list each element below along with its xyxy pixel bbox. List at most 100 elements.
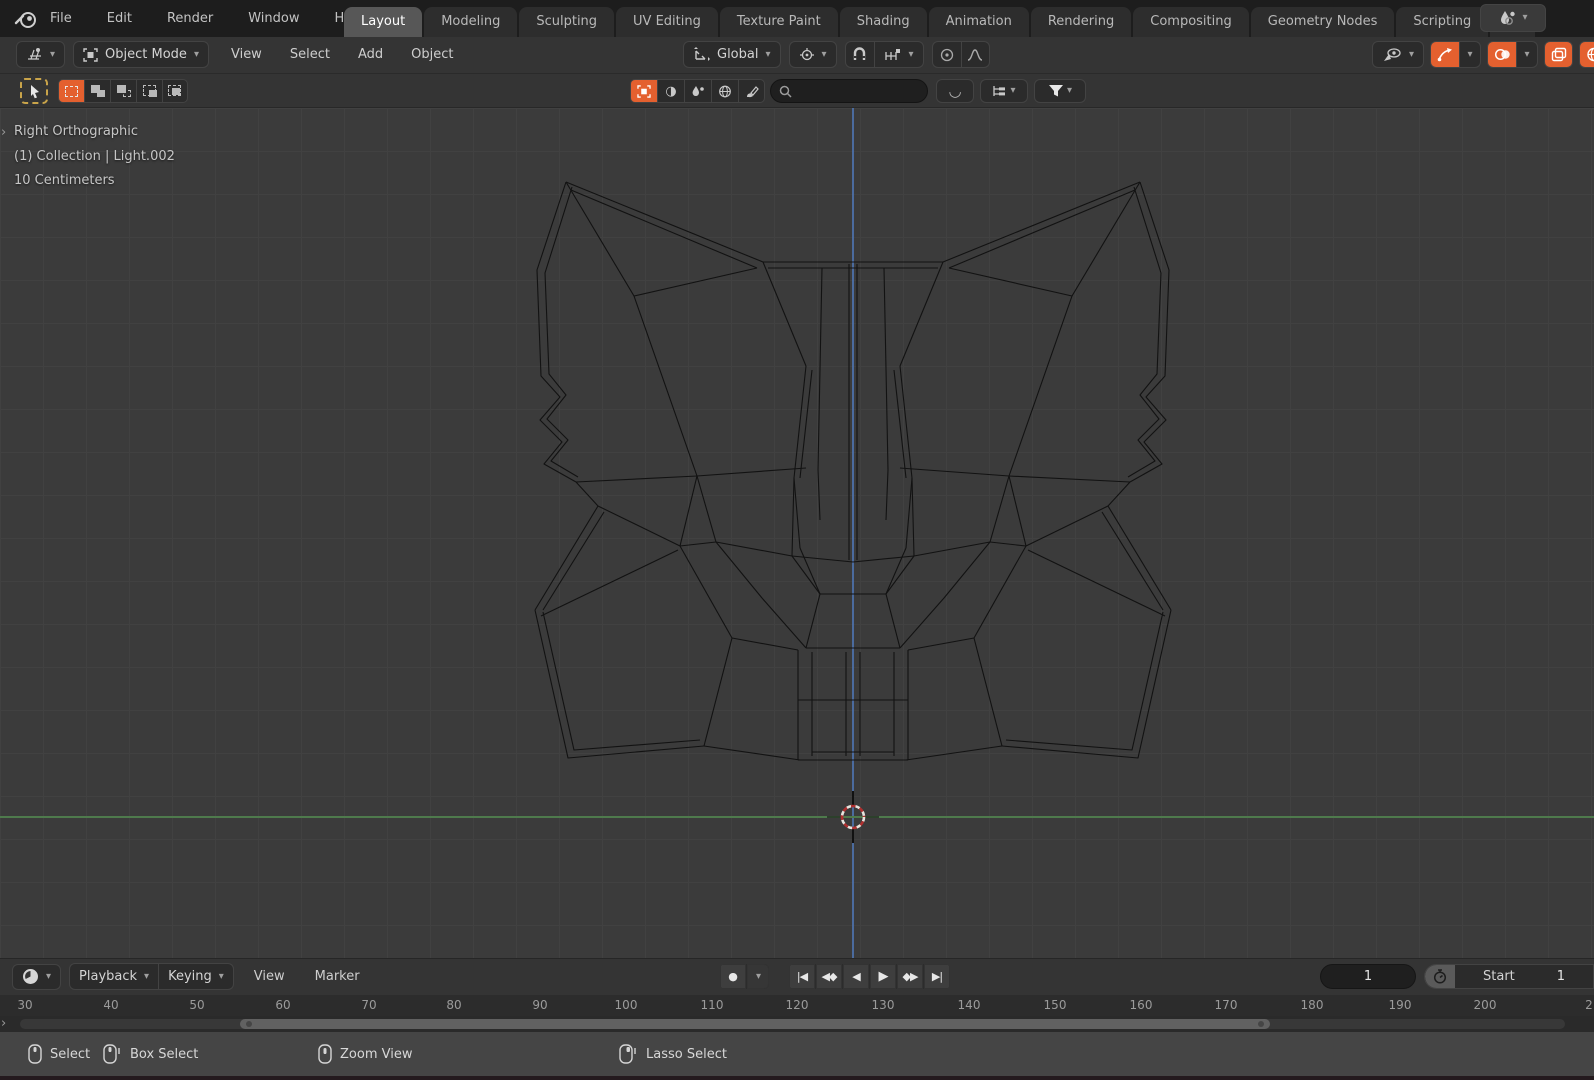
playback-label: Playback xyxy=(79,969,138,984)
workspace-tab[interactable]: Sculpting xyxy=(519,7,615,37)
filter-object-button[interactable] xyxy=(630,79,657,103)
ruler-frame-label: 40 xyxy=(103,998,119,1012)
workspace-tab[interactable]: Scripting xyxy=(1396,7,1489,37)
timeline-editor-type-button[interactable]: ▾ xyxy=(12,963,62,990)
mouse-left-drag-icon xyxy=(103,1044,120,1064)
scrollbar-zoom-handle-right[interactable] xyxy=(1258,1021,1264,1027)
topbar-menu-item[interactable]: Render xyxy=(163,8,217,29)
workspace-tab[interactable]: UV Editing xyxy=(616,7,718,37)
gizmo-toggle-button[interactable] xyxy=(1430,41,1459,68)
workspace-tab[interactable]: Shading xyxy=(839,7,927,37)
workspace-tab[interactable]: Rendering xyxy=(1030,7,1132,37)
search-field[interactable] xyxy=(770,79,928,103)
record-icon: ● xyxy=(728,970,738,983)
workspace-tab[interactable]: Modeling xyxy=(424,7,518,37)
overlays-dropdown-button[interactable]: ▾ xyxy=(1516,41,1538,68)
play-reverse-button[interactable]: ◀ xyxy=(843,964,869,989)
next-keyframe-button[interactable]: ◆▶ xyxy=(897,964,923,989)
filter-mesh-button[interactable]: ◑ xyxy=(657,79,684,103)
xray-toggle-button[interactable] xyxy=(1544,41,1573,68)
viewport-menu-item[interactable]: Object xyxy=(405,43,459,66)
viewport-menu-item[interactable]: Select xyxy=(284,43,336,66)
select-cursor-icon xyxy=(30,84,39,98)
proportional-editing-button[interactable] xyxy=(931,41,961,68)
frame-start-field[interactable]: Start 1 xyxy=(1424,964,1594,989)
active-tool-button[interactable] xyxy=(20,78,48,104)
chevron-down-icon: ▾ xyxy=(908,48,914,60)
filter-brush-button[interactable] xyxy=(738,79,765,103)
play-button[interactable]: ▶ xyxy=(870,964,896,989)
orientation-icon xyxy=(694,47,710,61)
topbar-menu-item[interactable]: Window xyxy=(244,8,303,29)
timeline-ruler[interactable]: 30 40 50 60 70 80 90 100 110 120 130 140 150 160 170 18… xyxy=(0,995,1594,1016)
viewport-shading-button[interactable] xyxy=(1579,41,1594,68)
filter-world-button[interactable] xyxy=(711,79,738,103)
topbar-menu-item[interactable]: Edit xyxy=(103,8,136,29)
snap-increment-icon xyxy=(884,48,900,60)
topbar-menu-item[interactable]: File xyxy=(46,8,76,29)
scrollbar-thumb[interactable] xyxy=(240,1019,1270,1029)
clock-icon xyxy=(23,969,38,984)
select-mode-subtract-button[interactable] xyxy=(110,79,136,103)
timeline-expand-arrow[interactable]: › xyxy=(1,1016,6,1031)
current-frame-field[interactable]: 1 xyxy=(1320,964,1416,989)
viewport-menu-item[interactable]: Add xyxy=(352,43,389,66)
snap-toggle-button[interactable] xyxy=(844,41,874,68)
workspace-tab[interactable]: Layout xyxy=(344,7,423,37)
use-preview-range-button[interactable] xyxy=(1425,965,1455,988)
filter-material-button[interactable] xyxy=(684,79,711,103)
mode-select-button[interactable]: Object Mode ▾ xyxy=(73,41,209,68)
search-input[interactable] xyxy=(798,84,908,98)
proportional-falloff-button[interactable] xyxy=(960,41,990,68)
sorting-options-button[interactable]: ▾ xyxy=(980,79,1028,103)
viewport-3d[interactable]: Right Orthographic (1) Collection | Ligh… xyxy=(0,108,1594,958)
chevron-down-icon: ▾ xyxy=(1467,48,1473,60)
topbar: FileEditRenderWindowHelp LayoutModelingS… xyxy=(0,0,1594,37)
scrollbar-zoom-handle-left[interactable] xyxy=(246,1021,252,1027)
keying-set-dropdown[interactable]: ▾ xyxy=(747,964,769,989)
editor-3d-viewport-icon xyxy=(28,48,41,60)
workspace-tabs: Layout Modeling Sculpting UV Editing Texture… xyxy=(344,7,1536,37)
chevron-down-icon: ▾ xyxy=(1010,85,1016,96)
transform-orientation-button[interactable]: Global ▾ xyxy=(683,41,781,68)
blender-logo-icon[interactable] xyxy=(14,7,38,31)
sidebar-toggle-arrow[interactable]: › xyxy=(1,125,6,140)
gizmo-dropdown-button[interactable]: ▾ xyxy=(1459,41,1481,68)
filter-popover-button[interactable]: ▾ xyxy=(1034,79,1086,103)
pivot-point-button[interactable]: ▾ xyxy=(788,41,837,68)
pivot-point-icon xyxy=(799,48,814,61)
timeline-menu-item[interactable]: Marker xyxy=(309,965,366,988)
auto-keying-button[interactable]: ● xyxy=(720,964,746,989)
snap-magnet-icon xyxy=(853,47,866,60)
jump-to-start-button[interactable]: |◀ xyxy=(789,964,815,989)
snap-target-button[interactable]: ▾ xyxy=(873,41,924,68)
editor-type-button[interactable]: ▾ xyxy=(16,41,66,68)
chevron-down-icon: ▾ xyxy=(144,970,150,982)
select-mode-invert-button[interactable] xyxy=(136,79,162,103)
funnel-filter-icon xyxy=(1048,85,1063,97)
timeline-menu-item[interactable]: View xyxy=(248,965,291,988)
jump-to-end-button[interactable]: ▶| xyxy=(924,964,950,989)
playback-menu-button[interactable]: Playback ▾ xyxy=(69,963,159,990)
workspace-tab[interactable]: Compositing xyxy=(1133,7,1249,37)
chevron-down-icon: ▾ xyxy=(821,48,827,60)
select-mode-extend-button[interactable] xyxy=(84,79,110,103)
workspace-tab[interactable]: Geometry Nodes xyxy=(1250,7,1395,37)
status-bar: Select Box Select Zoom View Lasso Select xyxy=(0,1032,1594,1076)
workspace-tab[interactable]: Texture Paint xyxy=(719,7,838,37)
prev-keyframe-button[interactable]: ◀◆ xyxy=(816,964,842,989)
view-layer-button[interactable]: ▾ xyxy=(1480,4,1546,32)
workspace-tab[interactable]: Animation xyxy=(928,7,1029,37)
overlays-toggle-button[interactable] xyxy=(1487,41,1516,68)
falloff-shape-button[interactable]: ◡ xyxy=(936,79,974,103)
viewport-menu-item[interactable]: View xyxy=(225,43,268,66)
ruler-frame-label: 180 xyxy=(1300,998,1324,1012)
chevron-down-icon: ▾ xyxy=(1066,85,1073,96)
scrollbar-track[interactable] xyxy=(20,1019,1565,1029)
select-mode-set-button[interactable] xyxy=(58,79,84,103)
id-filter-group: ◑ xyxy=(630,79,765,103)
ruler-frame-label: 170 xyxy=(1214,998,1238,1012)
keying-menu-button[interactable]: Keying ▾ xyxy=(158,963,234,990)
object-visibility-button[interactable]: ▾ xyxy=(1371,41,1424,68)
select-mode-intersect-button[interactable] xyxy=(162,79,188,103)
